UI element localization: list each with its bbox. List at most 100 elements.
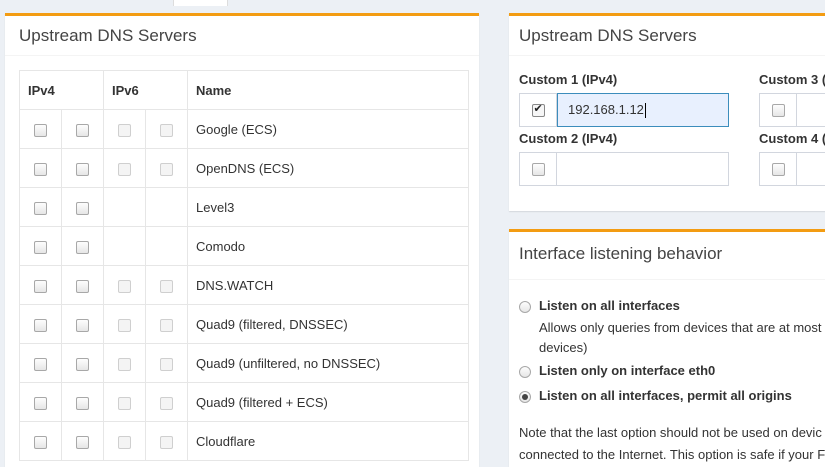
radio-button[interactable] — [519, 366, 531, 378]
custom-dns-box: Upstream DNS Servers Custom 1 (IPv4) 192… — [509, 13, 825, 211]
custom3-ip-input[interactable] — [797, 93, 825, 127]
upstream-dns-box: Upstream DNS Servers IPv4 IPv6 Name Goog… — [5, 13, 479, 467]
server-name: Quad9 (filtered, DNSSEC) — [187, 304, 469, 344]
radio-listen-eth0[interactable]: Listen only on interface eth0 — [519, 363, 715, 378]
custom3-checkbox-addon — [759, 93, 797, 127]
custom4-ip-input[interactable] — [797, 152, 825, 186]
ipv4-primary-checkbox[interactable] — [34, 162, 47, 176]
radio-listen-all-description: Allows only queries from devices that ar… — [539, 318, 825, 358]
ipv6-primary-cell — [103, 187, 146, 227]
radio-label: Listen on all interfaces — [539, 298, 680, 313]
custom1-checkbox[interactable] — [531, 102, 545, 117]
ipv6-primary-checkbox[interactable] — [118, 396, 131, 410]
radio-listen-all-permit[interactable]: Listen on all interfaces, permit all ori… — [519, 388, 792, 403]
ipv4-secondary-checkbox[interactable] — [76, 435, 89, 449]
ipv4-secondary-cell — [61, 187, 104, 227]
ipv6-primary-cell — [103, 109, 146, 149]
box-title: Interface listening behavior — [519, 244, 723, 263]
box-header: Upstream DNS Servers — [5, 16, 479, 56]
ipv6-secondary-cell — [145, 226, 188, 266]
ipv6-primary-cell — [103, 421, 146, 461]
ipv4-primary-cell — [19, 109, 62, 149]
custom1-ip-input[interactable]: 192.168.1.12 — [557, 93, 729, 127]
ipv4-secondary-cell — [61, 304, 104, 344]
server-name: Google (ECS) — [187, 109, 469, 149]
ipv4-primary-checkbox[interactable] — [34, 357, 47, 371]
ipv4-secondary-checkbox[interactable] — [76, 396, 89, 410]
ipv4-secondary-cell — [61, 265, 104, 305]
ipv4-secondary-checkbox[interactable] — [76, 357, 89, 371]
ipv6-primary-checkbox[interactable] — [118, 318, 131, 332]
radio-button[interactable] — [519, 391, 531, 403]
ipv6-secondary-cell — [145, 265, 188, 305]
box-title: Upstream DNS Servers — [19, 26, 197, 45]
table-row: Quad9 (filtered + ECS) — [19, 382, 469, 422]
ipv4-primary-cell — [19, 265, 62, 305]
custom1-input-group: 192.168.1.12 — [519, 93, 729, 127]
custom3-checkbox[interactable] — [771, 103, 785, 117]
radio-listen-all[interactable]: Listen on all interfaces — [519, 298, 680, 313]
ipv4-primary-checkbox[interactable] — [34, 396, 47, 410]
ipv4-secondary-checkbox[interactable] — [76, 318, 89, 332]
table-row: Level3 — [19, 187, 469, 227]
table-row: Comodo — [19, 226, 469, 266]
ipv4-primary-checkbox[interactable] — [34, 318, 47, 332]
ipv6-secondary-checkbox[interactable] — [160, 162, 173, 176]
ipv6-secondary-cell — [145, 421, 188, 461]
server-name: DNS.WATCH — [187, 265, 469, 305]
ipv6-primary-checkbox[interactable] — [118, 123, 131, 137]
ipv6-primary-checkbox[interactable] — [118, 435, 131, 449]
ipv4-secondary-cell — [61, 109, 104, 149]
ipv6-primary-checkbox[interactable] — [118, 357, 131, 371]
custom2-label: Custom 2 (IPv4) — [519, 131, 618, 146]
ipv6-primary-checkbox[interactable] — [118, 279, 131, 293]
ipv6-secondary-checkbox[interactable] — [160, 279, 173, 293]
ipv4-primary-checkbox[interactable] — [34, 240, 47, 254]
server-name: OpenDNS (ECS) — [187, 148, 469, 188]
interface-note: Note that the last option should not be … — [519, 422, 825, 466]
table-row: Quad9 (filtered, DNSSEC) — [19, 304, 469, 344]
ipv6-secondary-checkbox[interactable] — [160, 318, 173, 332]
ipv4-primary-cell — [19, 187, 62, 227]
custom4-checkbox[interactable] — [771, 162, 785, 176]
ipv4-secondary-checkbox[interactable] — [76, 279, 89, 293]
ipv4-primary-cell — [19, 304, 62, 344]
server-name: Level3 — [187, 187, 469, 227]
ipv4-primary-checkbox[interactable] — [34, 123, 47, 137]
table-row: OpenDNS (ECS) — [19, 148, 469, 188]
table-row: Cloudflare — [19, 421, 469, 461]
ipv4-primary-cell — [19, 382, 62, 422]
ipv4-column-header: IPv4 — [19, 70, 104, 110]
ipv4-secondary-checkbox[interactable] — [76, 240, 89, 254]
server-name: Quad9 (unfiltered, no DNSSEC) — [187, 343, 469, 383]
ipv6-secondary-checkbox[interactable] — [160, 123, 173, 137]
custom1-ip-value: 192.168.1.12 — [568, 102, 644, 117]
ipv4-primary-checkbox[interactable] — [34, 435, 47, 449]
box-header: Upstream DNS Servers — [509, 16, 825, 56]
interface-listening-box: Interface listening behavior Listen on a… — [509, 229, 825, 467]
ipv6-secondary-checkbox[interactable] — [160, 396, 173, 410]
radio-button[interactable] — [519, 301, 531, 313]
ipv4-secondary-checkbox[interactable] — [76, 123, 89, 137]
ipv6-primary-checkbox[interactable] — [118, 162, 131, 176]
server-name: Cloudflare — [187, 421, 469, 461]
custom2-ip-input[interactable] — [557, 152, 729, 186]
custom2-checkbox[interactable] — [531, 162, 545, 176]
ipv4-secondary-checkbox[interactable] — [76, 162, 89, 176]
ipv4-primary-cell — [19, 226, 62, 266]
ipv4-primary-cell — [19, 343, 62, 383]
box-header: Interface listening behavior — [509, 232, 825, 280]
ipv6-primary-cell — [103, 265, 146, 305]
top-strip — [0, 0, 825, 6]
ipv6-secondary-checkbox[interactable] — [160, 435, 173, 449]
radio-label: Listen only on interface eth0 — [539, 363, 716, 378]
ipv4-secondary-checkbox[interactable] — [76, 201, 89, 215]
ipv6-secondary-checkbox[interactable] — [160, 357, 173, 371]
custom2-input-group — [519, 152, 729, 186]
name-column-header: Name — [187, 70, 469, 110]
ipv6-secondary-cell — [145, 343, 188, 383]
ipv4-primary-cell — [19, 148, 62, 188]
ipv4-primary-checkbox[interactable] — [34, 201, 47, 215]
ipv6-primary-cell — [103, 148, 146, 188]
ipv4-primary-checkbox[interactable] — [34, 279, 47, 293]
